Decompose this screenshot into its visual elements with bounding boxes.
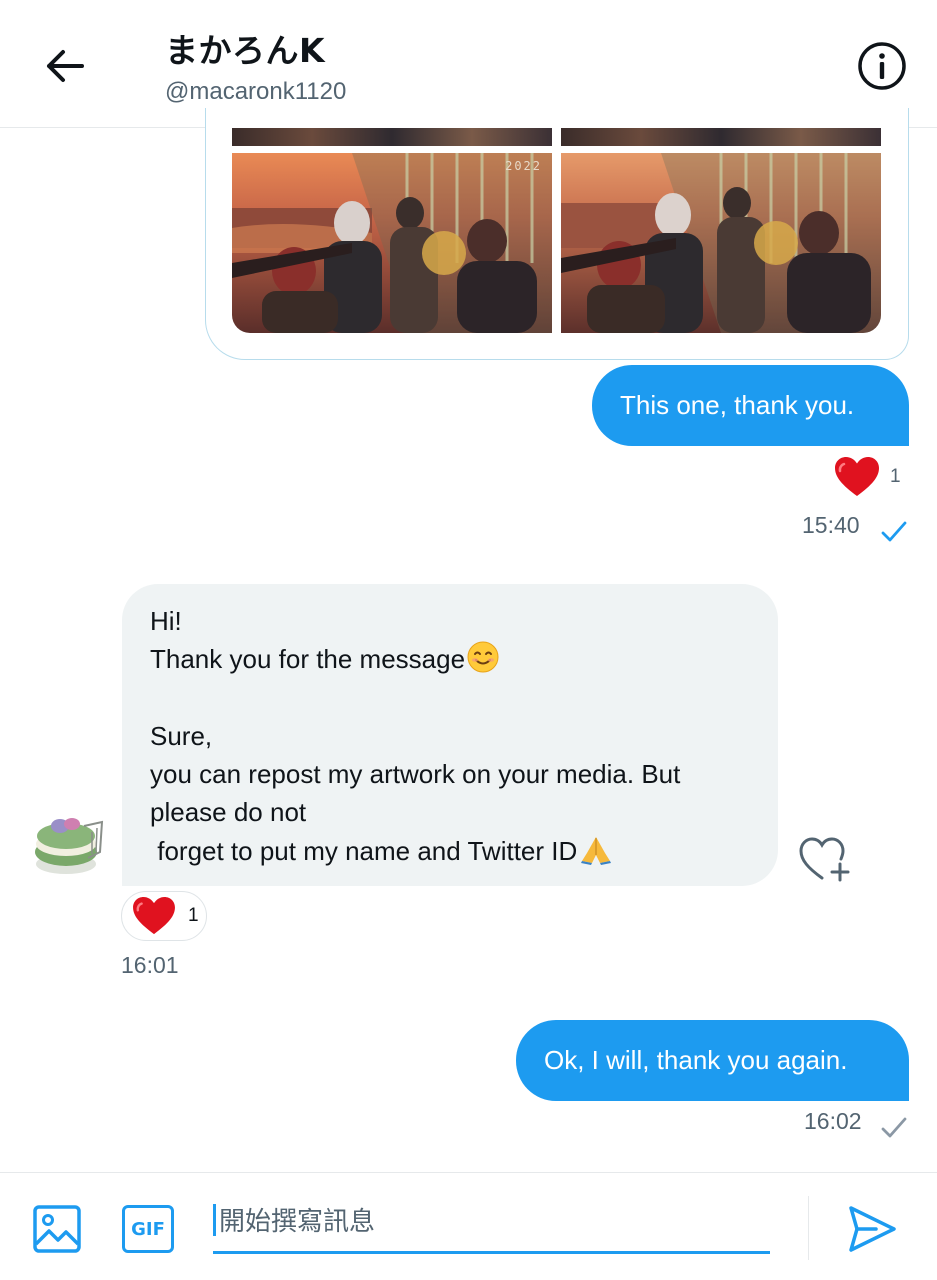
message-line <box>150 679 750 717</box>
image-icon <box>33 1205 81 1253</box>
message-reaction[interactable]: 1 <box>121 891 207 941</box>
artwork-image-right[interactable] <box>561 153 881 333</box>
composer-divider <box>808 1196 809 1260</box>
reaction-count: 1 <box>890 466 901 487</box>
info-icon <box>858 42 906 90</box>
message-line: please do not <box>150 797 307 828</box>
smiling-face-emoji-icon <box>467 641 499 673</box>
folded-hands-emoji-icon <box>581 836 612 865</box>
message-text: Ok, I will, thank you again. <box>544 1045 848 1075</box>
sent-checkmark-icon <box>881 1117 907 1138</box>
message-line: forget to put my name and Twitter ID <box>150 832 750 870</box>
user-display-name: まかろんK <box>165 31 326 70</box>
avatar[interactable] <box>32 812 108 878</box>
artwork-year-label: 2022 <box>505 159 542 173</box>
message-text: This one, thank you. <box>620 390 855 420</box>
reaction-count: 1 <box>188 905 199 926</box>
artwork-strip-top-left <box>232 128 552 146</box>
incoming-message-bubble[interactable]: Hi! Thank you for the message Sure, you … <box>122 584 778 886</box>
text-caret <box>213 1204 216 1236</box>
send-button[interactable] <box>846 1204 898 1254</box>
shared-artwork-images: 2022 <box>232 128 882 333</box>
message-input[interactable] <box>219 1200 759 1244</box>
outgoing-message-bubble[interactable]: This one, thank you. <box>592 365 909 446</box>
outgoing-message-bubble[interactable]: Ok, I will, thank you again. <box>516 1020 909 1101</box>
message-timestamp: 16:01 <box>121 952 179 978</box>
conversation-title[interactable]: まかろんK @macaronk1120 <box>165 24 346 106</box>
read-checkmark-icon <box>881 521 907 542</box>
send-icon <box>849 1206 896 1252</box>
message-line-text: forget to put my name and Twitter ID <box>150 835 578 866</box>
artwork-image-left[interactable]: 2022 <box>232 153 552 333</box>
add-reaction-button[interactable] <box>798 834 854 884</box>
user-handle: @macaronk1120 <box>165 78 347 105</box>
macaron-avatar-icon <box>35 818 104 874</box>
compose-field <box>213 1198 770 1254</box>
message-line: Thank you for the message <box>150 640 750 678</box>
add-media-button[interactable] <box>32 1204 82 1254</box>
message-line: Sure, <box>150 720 213 751</box>
message-line: you can repost my artwork on your media.… <box>150 759 681 790</box>
message-timestamp: 15:40 <box>802 512 860 538</box>
gif-button[interactable]: GIF <box>122 1205 174 1253</box>
message-timestamp: 16:02 <box>804 1108 862 1134</box>
heart-plus-icon <box>799 837 850 882</box>
info-button[interactable] <box>856 40 908 92</box>
message-reaction[interactable]: 1 <box>834 456 901 498</box>
heart-emoji-icon <box>835 457 879 496</box>
message-line-text: Thank you for the message <box>150 644 466 675</box>
heart-emoji-icon <box>133 896 175 935</box>
artwork-strip-top-right <box>561 128 881 146</box>
message-line: Hi! <box>150 606 182 636</box>
back-arrow-icon <box>47 50 84 82</box>
back-button[interactable] <box>38 40 90 92</box>
